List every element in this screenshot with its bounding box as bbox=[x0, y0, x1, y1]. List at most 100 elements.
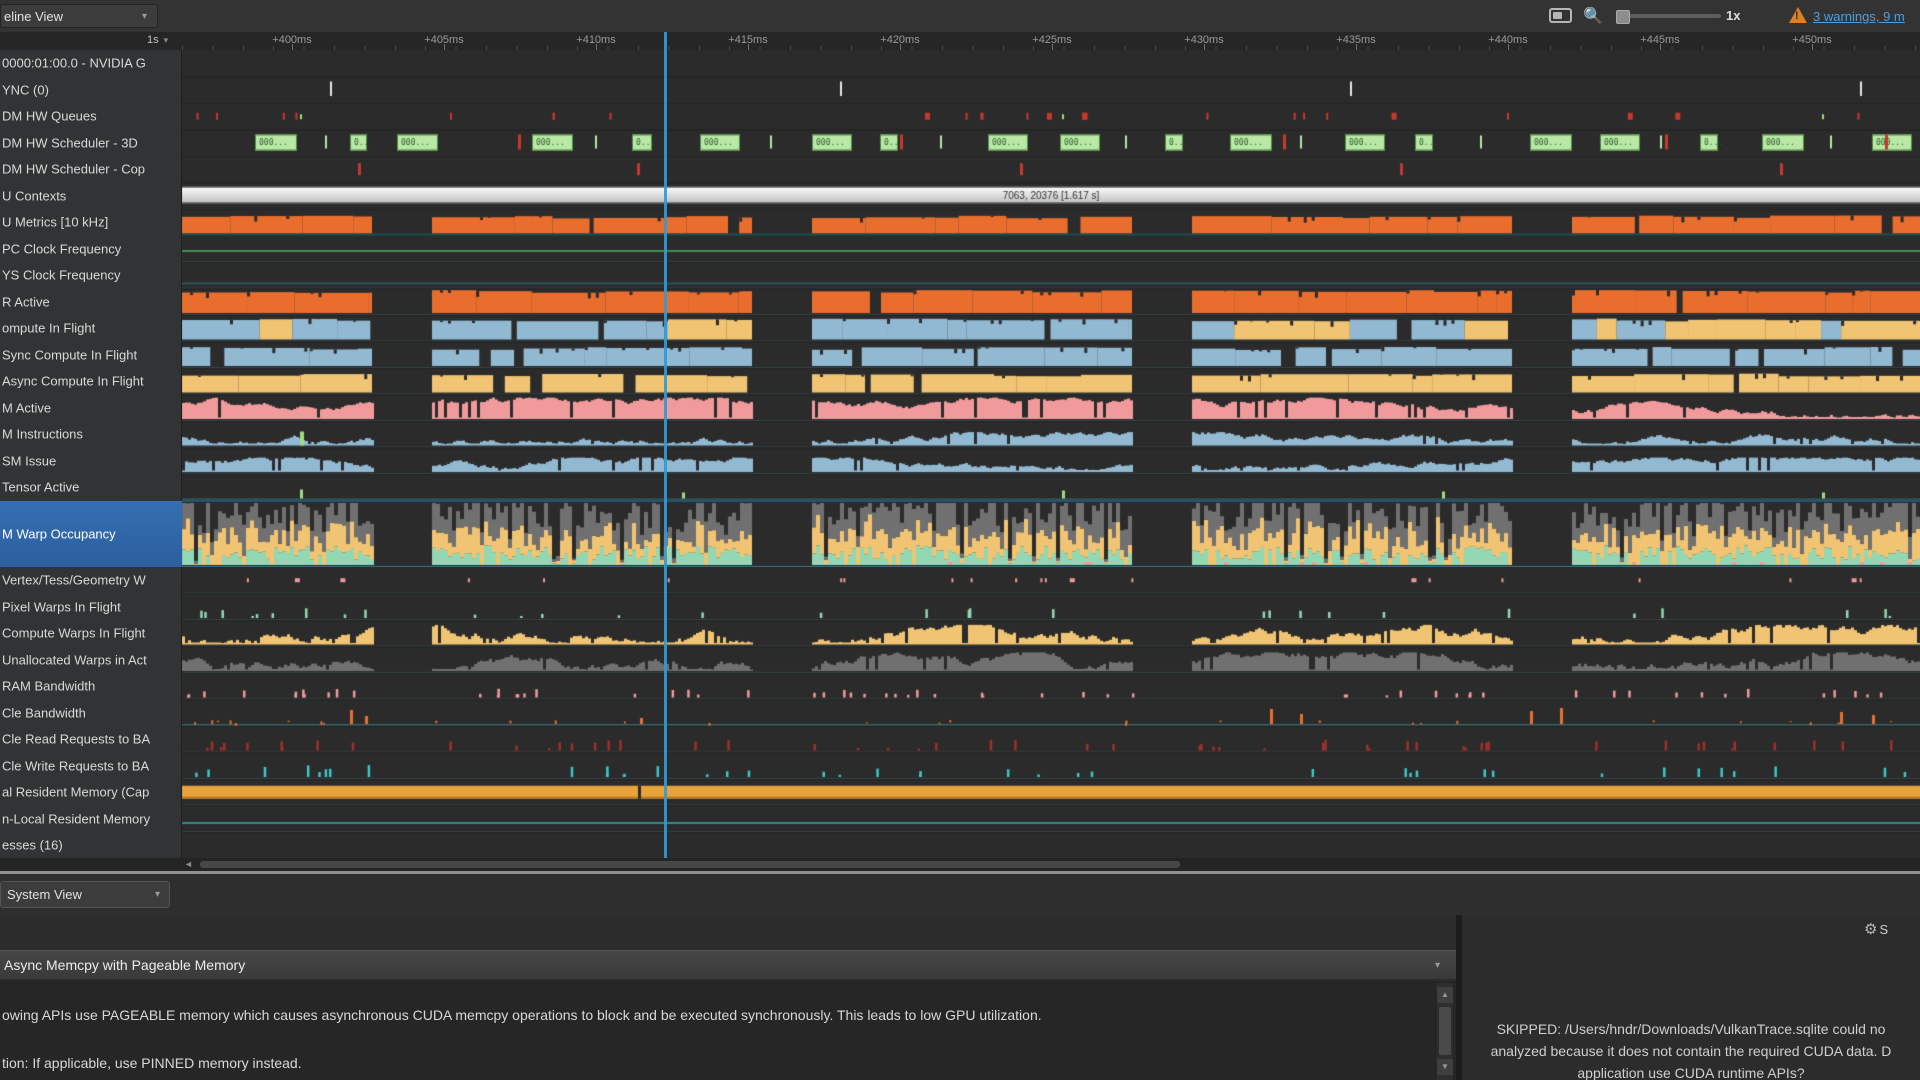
row-label: n-Local Resident Memory bbox=[2, 811, 150, 826]
toolbar: eline View ▾ 🔍 1x 3 warnings, 9 m bbox=[0, 0, 1920, 33]
chevron-down-icon: ▾ bbox=[1435, 951, 1440, 980]
row-label: YS Clock Frequency bbox=[2, 268, 121, 283]
row-label: Vertex/Tess/Geometry W bbox=[2, 573, 146, 588]
sidebar-row-gpc-clock[interactable]: PC Clock Frequency bbox=[0, 236, 182, 263]
sidebar-row-compute-warps[interactable]: Compute Warps In Flight bbox=[0, 620, 182, 647]
timeline-row-vertex-warps[interactable] bbox=[182, 567, 1920, 594]
timeline-row-gpu-contexts[interactable] bbox=[182, 183, 1920, 210]
chevron-down-icon: ▾ bbox=[142, 5, 147, 28]
minimap-icon[interactable] bbox=[1549, 8, 1572, 23]
warnings-messages-link[interactable]: 3 warnings, 9 m bbox=[1813, 9, 1905, 24]
nsight-systems-window: eline View ▾ 🔍 1x 3 warnings, 9 m 1s▾ +4… bbox=[0, 0, 1920, 1080]
timeline-row-dram-bandwidth[interactable] bbox=[182, 673, 1920, 700]
expert-rule-details: owing APIs use PAGEABLE memory which cau… bbox=[0, 981, 1456, 1080]
row-label: Unallocated Warps in Act bbox=[2, 652, 147, 667]
sidebar-row-vsync[interactable]: YNC (0) bbox=[0, 77, 182, 104]
zoom-slider[interactable] bbox=[1617, 14, 1721, 18]
sidebar-row-wddm-hw-queues[interactable]: DM HW Queues bbox=[0, 103, 182, 130]
sidebar-row-vertex-warps[interactable]: Vertex/Tess/Geometry W bbox=[0, 567, 182, 594]
timeline-row-compute-warps[interactable] bbox=[182, 620, 1920, 647]
row-label: Sync Compute In Flight bbox=[2, 347, 137, 362]
timeline-cursor[interactable] bbox=[664, 32, 667, 858]
timeline-row-sm-warp-occupancy[interactable] bbox=[182, 501, 1920, 568]
timeline-row-async-compute[interactable] bbox=[182, 368, 1920, 395]
timeline-row-wddm-sched-3d[interactable] bbox=[182, 130, 1920, 157]
row-label: Cle Write Requests to BA bbox=[2, 758, 149, 773]
sidebar-row-unallocated-warps[interactable]: Unallocated Warps in Act bbox=[0, 647, 182, 674]
row-label: Cle Read Requests to BA bbox=[2, 732, 150, 747]
sidebar-row-sys-clock[interactable]: YS Clock Frequency bbox=[0, 262, 182, 289]
timeline-row-gr-active[interactable] bbox=[182, 289, 1920, 316]
timeline-row-gpu-metrics[interactable] bbox=[182, 209, 1920, 236]
sidebar-row-wddm-sched-3d[interactable]: DM HW Scheduler - 3D bbox=[0, 130, 182, 157]
timeline-row-gpu-device[interactable] bbox=[182, 50, 1920, 77]
timeline-row-pcie-read[interactable] bbox=[182, 726, 1920, 753]
timeline-row-sm-instructions[interactable] bbox=[182, 421, 1920, 448]
row-label: Pixel Warps In Flight bbox=[2, 599, 121, 614]
timeline-row-pcie-write[interactable] bbox=[182, 753, 1920, 780]
sidebar-row-sm-instructions[interactable]: M Instructions bbox=[0, 421, 182, 448]
sidebar-row-pcie-read[interactable]: Cle Read Requests to BA bbox=[0, 726, 182, 753]
sidebar-row-pixel-warps[interactable]: Pixel Warps In Flight bbox=[0, 594, 182, 621]
row-label: PC Clock Frequency bbox=[2, 241, 121, 256]
timeline-horizontal-scrollbar[interactable]: ◄ bbox=[0, 858, 1920, 871]
row-label: Compute Warps In Flight bbox=[2, 626, 145, 641]
row-label: DM HW Scheduler - 3D bbox=[2, 135, 138, 150]
row-label: U Metrics [10 kHz] bbox=[2, 215, 108, 230]
row-label: DM HW Scheduler - Cop bbox=[2, 162, 145, 177]
timeline-row-tensor-active[interactable] bbox=[182, 474, 1920, 501]
scrollbar-thumb[interactable] bbox=[1439, 1007, 1451, 1055]
timeline-row-sys-clock[interactable] bbox=[182, 262, 1920, 289]
ruler-scale-dropdown[interactable]: 1s▾ bbox=[147, 34, 168, 46]
settings-gear-icon[interactable]: ⚙S bbox=[1864, 920, 1888, 938]
timeline-row-compute-in-flight[interactable] bbox=[182, 315, 1920, 342]
row-label: al Resident Memory (Cap bbox=[2, 785, 149, 800]
sidebar-row-local-resident-mem[interactable]: al Resident Memory (Cap bbox=[0, 779, 182, 806]
timeline-row-wddm-sched-copy[interactable] bbox=[182, 156, 1920, 183]
sidebar-row-async-compute[interactable]: Async Compute In Flight bbox=[0, 368, 182, 395]
row-label: YNC (0) bbox=[2, 82, 49, 97]
sidebar-row-pcie-write[interactable]: Cle Write Requests to BA bbox=[0, 753, 182, 780]
scroll-down-arrow-icon[interactable]: ▼ bbox=[1437, 1059, 1453, 1075]
sidebar-row-gr-active[interactable]: R Active bbox=[0, 289, 182, 316]
timeline-row-processes[interactable] bbox=[182, 832, 1920, 859]
scroll-up-arrow-icon[interactable]: ▲ bbox=[1437, 987, 1453, 1003]
timeline-row-sm-active[interactable] bbox=[182, 395, 1920, 422]
expert-rule-selector[interactable]: Async Memcpy with Pageable Memory ▾ bbox=[0, 950, 1456, 980]
sidebar-row-nonlocal-resident-mem[interactable]: n-Local Resident Memory bbox=[0, 806, 182, 833]
zoom-slider-handle[interactable] bbox=[1616, 10, 1630, 24]
timeline-row-unallocated-warps[interactable] bbox=[182, 647, 1920, 674]
timeline-row-local-resident-mem[interactable] bbox=[182, 779, 1920, 806]
sidebar-row-dram-bandwidth[interactable]: RAM Bandwidth bbox=[0, 673, 182, 700]
row-label: Cle Bandwidth bbox=[2, 705, 86, 720]
zoom-out-icon[interactable]: 🔍 bbox=[1583, 6, 1603, 26]
sidebar-row-gpu-metrics[interactable]: U Metrics [10 kHz] bbox=[0, 209, 182, 236]
sidebar-row-sm-issue[interactable]: SM Issue bbox=[0, 448, 182, 475]
sidebar-row-pcie-bandwidth[interactable]: Cle Bandwidth bbox=[0, 700, 182, 727]
row-label: RAM Bandwidth bbox=[2, 679, 95, 694]
system-view-dropdown[interactable]: System View ▾ bbox=[0, 881, 170, 908]
sidebar-row-sync-compute[interactable]: Sync Compute In Flight bbox=[0, 342, 182, 369]
sidebar-row-gpu-contexts[interactable]: U Contexts bbox=[0, 183, 182, 210]
timeline-row-pcie-bandwidth[interactable] bbox=[182, 700, 1920, 727]
timeline-row-gpc-clock[interactable] bbox=[182, 236, 1920, 263]
sidebar-row-compute-in-flight[interactable]: ompute In Flight bbox=[0, 315, 182, 342]
timeline-row-vsync[interactable] bbox=[182, 77, 1920, 104]
sidebar-row-processes[interactable]: esses (16) bbox=[0, 832, 182, 859]
timeline-row-sync-compute[interactable] bbox=[182, 342, 1920, 369]
sidebar-row-sm-warp-occupancy[interactable]: M Warp Occupancy bbox=[0, 501, 182, 568]
timeline-row-sm-issue[interactable] bbox=[182, 448, 1920, 475]
timeline-row-nonlocal-resident-mem[interactable] bbox=[182, 806, 1920, 833]
timeline-view-dropdown[interactable]: eline View ▾ bbox=[0, 4, 158, 28]
timeline-row-wddm-hw-queues[interactable] bbox=[182, 103, 1920, 130]
timeline-ruler[interactable]: 1s▾ +400ms+405ms+410ms+415ms+420ms+425ms… bbox=[0, 32, 1920, 51]
row-label: M Instructions bbox=[2, 427, 83, 442]
timeline-row-pixel-warps[interactable] bbox=[182, 594, 1920, 621]
sidebar-row-gpu-device[interactable]: 0000:01:00.0 - NVIDIA G bbox=[0, 50, 182, 77]
sidebar-row-wddm-sched-copy[interactable]: DM HW Scheduler - Cop bbox=[0, 156, 182, 183]
expert-panel-scrollbar[interactable]: ▲ ▼ bbox=[1437, 983, 1453, 1080]
sidebar-row-sm-active[interactable]: M Active bbox=[0, 395, 182, 422]
scroll-left-arrow-icon[interactable]: ◄ bbox=[184, 858, 193, 871]
sidebar-row-tensor-active[interactable]: Tensor Active bbox=[0, 474, 182, 501]
scrollbar-thumb[interactable] bbox=[200, 861, 1180, 868]
